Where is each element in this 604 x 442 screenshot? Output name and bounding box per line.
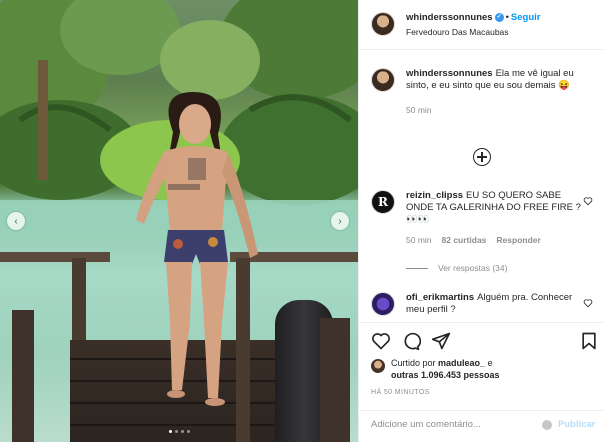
comment-like-heart-icon[interactable] [583, 196, 593, 206]
post-photo[interactable]: ‹ › [0, 0, 358, 442]
view-replies[interactable]: Ver respostas (34) [406, 263, 507, 273]
post-details-panel: whinderssonnunes ✓ • Seguir Fervedouro Das … [358, 0, 604, 442]
carousel-dot [180, 430, 184, 433]
replies-line [406, 267, 428, 269]
comment-likes[interactable]: 82 curtidas [442, 234, 487, 246]
post-location[interactable]: Fervedouro Das Macaubas [406, 27, 509, 37]
post-header: whinderssonnunes ✓ • Seguir Fervedouro Das … [359, 0, 604, 50]
follow-button[interactable]: Seguir [511, 12, 541, 23]
deck-rail-left [0, 252, 110, 262]
carousel-prev-button[interactable]: ‹ [7, 212, 25, 230]
separator-dot: • [505, 12, 509, 23]
carousel-dot [168, 430, 172, 433]
view-replies-label[interactable]: Ver respostas (34) [438, 263, 507, 273]
commenter-avatar[interactable] [371, 292, 395, 316]
carousel-dot [186, 430, 190, 433]
comment-bubble-icon[interactable] [401, 331, 421, 351]
like-heart-icon[interactable] [371, 331, 391, 351]
author-username[interactable]: whinderssonnunes [406, 12, 493, 23]
save-bookmark-icon[interactable] [579, 331, 599, 351]
liked-by-text: Curtido por maduleao_ e outras 1.096.453… [391, 358, 500, 380]
caption-username[interactable]: whinderssonnunes [406, 68, 493, 79]
share-paper-plane-icon[interactable] [431, 331, 451, 351]
comment-username[interactable]: reizin_clipss [406, 190, 463, 201]
publish-button[interactable]: Publicar [558, 419, 596, 430]
author-avatar[interactable] [371, 12, 395, 36]
liked-by: Curtido por maduleao_ e outras 1.096.453… [371, 357, 500, 381]
author-avatar[interactable] [371, 68, 395, 92]
liker-avatar[interactable] [371, 359, 385, 373]
deck-post [320, 318, 350, 442]
comment-time[interactable]: 50 min [406, 234, 432, 246]
action-bar [359, 323, 604, 357]
carousel-dots [0, 430, 358, 433]
author-line: whinderssonnunes ✓ • Seguir [406, 12, 540, 23]
verified-badge-icon: ✓ [494, 12, 504, 22]
post-timestamp[interactable]: HÁ 50 MINUTOS [371, 389, 430, 396]
comment-username[interactable]: ofi_erikmartins [406, 292, 474, 303]
load-more-comments-button[interactable] [473, 148, 491, 166]
commenter-avatar[interactable]: R [371, 190, 395, 214]
person-figure [136, 92, 258, 406]
comment-like-heart-icon[interactable] [583, 298, 593, 308]
comments-list[interactable]: whinderssonnunes Ela me vê igual eu sinto… [359, 50, 604, 322]
liker-username[interactable]: maduleao_ [438, 358, 485, 368]
emoji-picker-icon[interactable] [542, 420, 552, 430]
comment-input[interactable] [371, 419, 536, 430]
deck-post [12, 310, 34, 442]
caption-time[interactable]: 50 min [406, 104, 432, 116]
carousel-dot [174, 430, 178, 433]
post-actions-section: Curtido por maduleao_ e outras 1.096.453… [359, 322, 604, 396]
add-comment-bar: Publicar [359, 410, 604, 442]
reply-button[interactable]: Responder [496, 234, 540, 246]
carousel-next-button[interactable]: › [331, 212, 349, 230]
likes-count[interactable]: outras 1.096.453 pessoas [391, 370, 500, 380]
